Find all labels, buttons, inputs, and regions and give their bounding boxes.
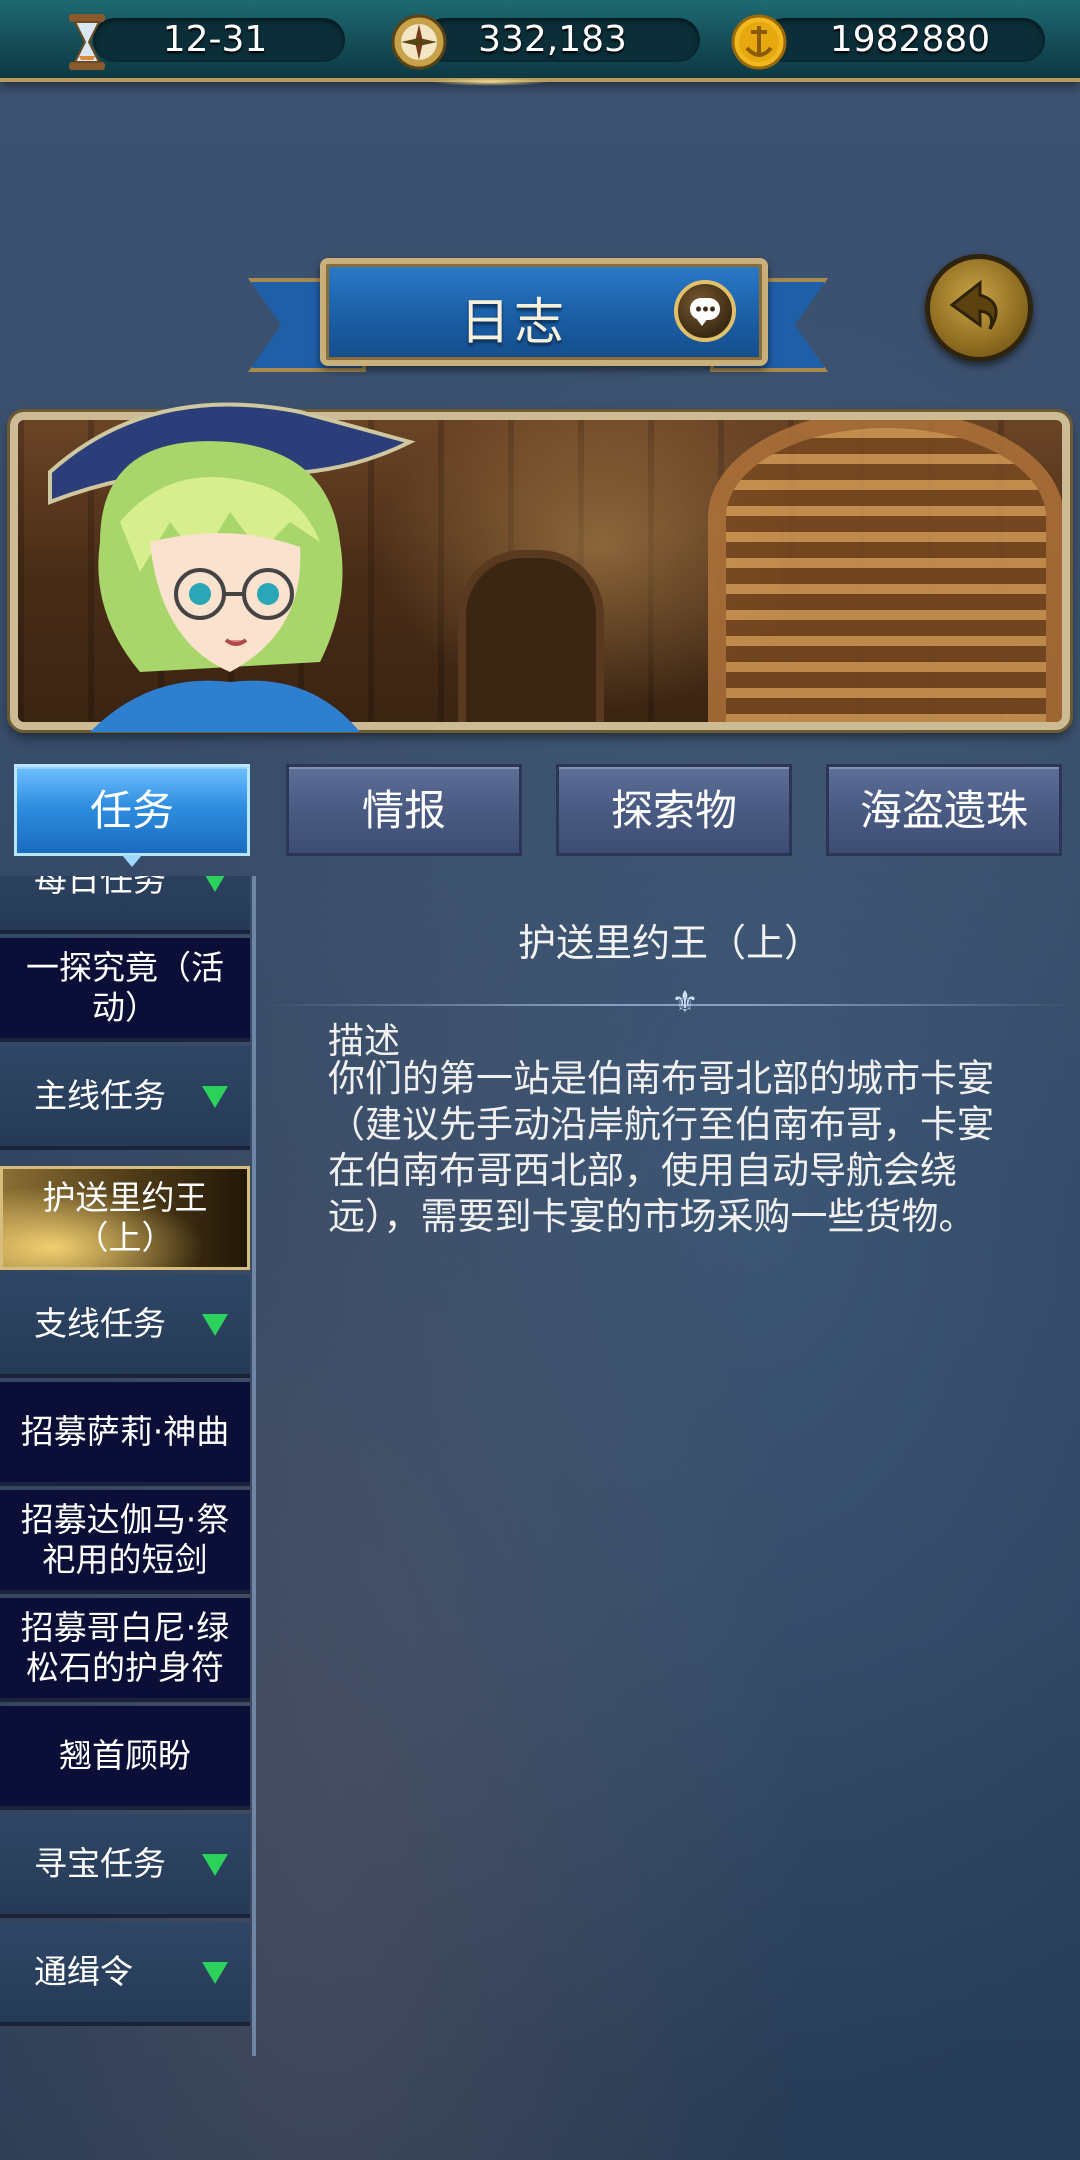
resource-bar: 12-31 332,183 1982880: [0, 0, 1080, 86]
list-item-label: 翘首顾盼: [59, 1736, 191, 1775]
expand-triangle-icon: [202, 1962, 228, 1984]
list-item-daily-tasks[interactable]: 每日任务: [0, 876, 250, 934]
list-item-label: 招募哥白尼·绿松石的护身符: [20, 1608, 230, 1687]
hourglass-icon: [69, 14, 105, 70]
list-item-label: 每日任务: [34, 876, 166, 899]
list-scroll-rail[interactable]: [252, 876, 256, 2056]
character-portrait: [48, 402, 416, 732]
tab-pirate-treasures-label: 海盗遗珠: [859, 786, 1028, 835]
chat-bubble-icon[interactable]: [674, 280, 736, 342]
list-item-recruit-sally[interactable]: 招募萨莉·神曲: [0, 1382, 250, 1486]
back-arrow-icon: [949, 279, 998, 330]
title-ribbon: 日志: [248, 252, 828, 382]
list-item-side-tasks[interactable]: 支线任务: [0, 1274, 250, 1378]
list-item-main-tasks[interactable]: 主线任务: [0, 1046, 250, 1150]
list-item-label: 寻宝任务: [34, 1844, 166, 1883]
tab-pirate-treasures[interactable]: 海盗遗珠: [826, 764, 1062, 856]
gold-value: 1982880: [829, 19, 991, 60]
compass-resource: 332,183: [385, 10, 700, 70]
list-item-wanted[interactable]: 通缉令: [0, 1922, 250, 2026]
expand-triangle-icon: [202, 1854, 228, 1876]
list-item-treasure-tasks[interactable]: 寻宝任务: [0, 1814, 250, 1918]
ribbon-band: 日志: [320, 258, 768, 366]
list-item-recruit-gama[interactable]: 招募达伽马·祭祀用的短剑: [0, 1490, 250, 1594]
list-item-look-forward[interactable]: 翘首顾盼: [0, 1706, 250, 1810]
list-item-recruit-copernicus[interactable]: 招募哥白尼·绿松石的护身符: [0, 1598, 250, 1702]
tab-discoveries-label: 探索物: [610, 786, 737, 835]
date-value: 12-31: [162, 19, 268, 60]
gold-resource: 1982880: [725, 10, 1045, 70]
tab-intel[interactable]: 情报: [286, 764, 522, 856]
list-item-escort-king[interactable]: 护送里约王（上）: [0, 1166, 250, 1270]
expand-triangle-icon: [202, 1086, 228, 1108]
expand-triangle-icon: [202, 876, 228, 892]
tab-discoveries[interactable]: 探索物: [556, 764, 792, 856]
scene-stairs: [708, 420, 1062, 722]
expand-triangle-icon: [202, 1314, 228, 1336]
tab-tasks-label: 任务: [89, 786, 174, 835]
list-item-event-quest[interactable]: 一探究竟（活动）: [0, 938, 250, 1042]
task-title: 护送里约王（上）: [517, 921, 822, 965]
tab-intel-label: 情报: [361, 786, 446, 835]
list-item-label: 通缉令: [34, 1952, 133, 1991]
list-item-label: 招募达伽马·祭祀用的短剑: [20, 1500, 230, 1579]
description-text: 你们的第一站是伯南布哥北部的城市卡宴（建议先手动沿岸航行至伯南布哥，卡宴在伯南布…: [328, 1057, 994, 1238]
fleur-ornament-icon: ⚜: [671, 985, 699, 1020]
task-list[interactable]: 每日任务 一探究竟（活动） 主线任务 护送里约王（上） 支线任务 招募萨莉·神曲…: [0, 876, 256, 2056]
tab-tasks[interactable]: 任务: [14, 764, 250, 867]
list-item-label: 支线任务: [34, 1304, 166, 1343]
scene-door: [458, 550, 604, 722]
date-resource: 12-31: [55, 10, 345, 70]
anchor-coin-icon: [731, 14, 787, 70]
compass-value: 332,183: [478, 19, 627, 60]
list-item-label: 招募萨莉·神曲: [20, 1412, 230, 1451]
list-item-label: 主线任务: [34, 1076, 166, 1115]
back-button[interactable]: [925, 254, 1033, 362]
list-item-label: 护送里约王（上）: [42, 1178, 208, 1257]
compass-icon: [391, 14, 447, 70]
list-item-label: 一探究竟（活动）: [26, 948, 224, 1027]
